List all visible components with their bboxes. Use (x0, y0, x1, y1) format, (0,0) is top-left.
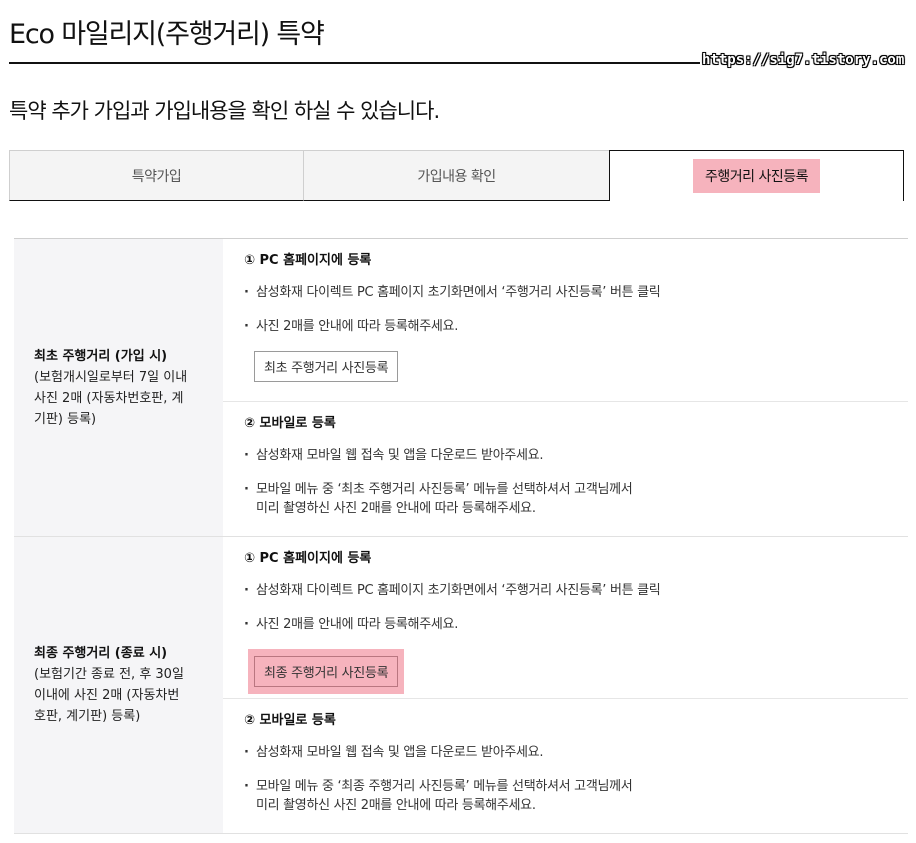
bullet-text: 삼성화재 모바일 웹 접속 및 앱을 다운로드 받아주세요. (244, 446, 908, 465)
section-title: 최초 주행거리 (가입 시) (34, 348, 168, 364)
section-desc-line: 이내에 사진 2매 (자동차번 (34, 688, 180, 703)
section-body: ① PC 홈페이지에 등록 삼성화재 다이렉트 PC 홈페이지 초기화면에서 ‘… (223, 239, 908, 536)
section-desc-line: 호판, 계기판) 등록) (34, 709, 141, 724)
section-final-mileage: 최종 주행거리 (종료 시) (보험기간 종료 전, 후 30일 이내에 사진 … (14, 537, 908, 834)
bullet-line: 미리 촬영하신 사진 2매를 안내에 따라 등록해주세요. (256, 501, 536, 516)
bullet-text: 사진 2매를 안내에 따라 등록해주세요. (244, 615, 908, 634)
mobile-register-block: ② 모바일로 등록 삼성화재 모바일 웹 접속 및 앱을 다운로드 받아주세요.… (223, 699, 908, 833)
highlight-box: 최종 주행거리 사진등록 (248, 649, 405, 694)
section-body: ① PC 홈페이지에 등록 삼성화재 다이렉트 PC 홈페이지 초기화면에서 ‘… (223, 537, 908, 833)
bullet-text: 사진 2매를 안내에 따라 등록해주세요. (244, 317, 908, 336)
tab-bar: 특약가입 가입내용 확인 주행거리 사진등록 (9, 150, 904, 201)
section-desc-line: (보험개시일로부터 7일 이내 (34, 369, 188, 385)
page-title: Eco 마일리지(주행거리) 특약 (9, 19, 325, 50)
tab-special-join[interactable]: 특약가입 (9, 150, 304, 201)
bullet-line: 미리 촬영하신 사진 2매를 안내에 따라 등록해주세요. (256, 798, 536, 813)
section-desc-line: 기판) 등록) (34, 411, 97, 427)
bullet-text: 모바일 메뉴 중 ‘최종 주행거리 사진등록’ 메뉴를 선택하셔서 고객님께서 … (244, 777, 908, 815)
block-title: ① PC 홈페이지에 등록 (244, 253, 372, 268)
mobile-register-block: ② 모바일로 등록 삼성화재 모바일 웹 접속 및 앱을 다운로드 받아주세요.… (223, 402, 908, 536)
bullet-text: 삼성화재 다이렉트 PC 홈페이지 초기화면에서 ‘주행거리 사진등록’ 버튼 … (244, 283, 908, 302)
tab-label: 주행거리 사진등록 (693, 159, 820, 193)
section-header: 최초 주행거리 (가입 시) (보험개시일로부터 7일 이내 사진 2매 (자동… (14, 239, 223, 536)
initial-mileage-register-button[interactable]: 최초 주행거리 사진등록 (254, 351, 399, 382)
bullet-text: 삼성화재 모바일 웹 접속 및 앱을 다운로드 받아주세요. (244, 743, 908, 762)
tab-label: 특약가입 (131, 168, 182, 185)
block-title: ② 모바일로 등록 (244, 416, 336, 431)
bullet-text: 모바일 메뉴 중 ‘최초 주행거리 사진등록’ 메뉴를 선택하셔서 고객님께서 … (244, 480, 908, 518)
block-title: ② 모바일로 등록 (244, 713, 336, 728)
tab-label: 가입내용 확인 (417, 168, 496, 185)
pc-register-block: ① PC 홈페이지에 등록 삼성화재 다이렉트 PC 홈페이지 초기화면에서 ‘… (223, 239, 908, 402)
bullet-text: 삼성화재 다이렉트 PC 홈페이지 초기화면에서 ‘주행거리 사진등록’ 버튼 … (244, 581, 908, 600)
pc-register-block: ① PC 홈페이지에 등록 삼성화재 다이렉트 PC 홈페이지 초기화면에서 ‘… (223, 537, 908, 699)
section-initial-mileage: 최초 주행거리 (가입 시) (보험개시일로부터 7일 이내 사진 2매 (자동… (14, 239, 908, 537)
final-mileage-register-button[interactable]: 최종 주행거리 사진등록 (254, 656, 399, 687)
tab-check-subscription[interactable]: 가입내용 확인 (303, 150, 610, 201)
block-title: ① PC 홈페이지에 등록 (244, 551, 372, 566)
section-header: 최종 주행거리 (종료 시) (보험기간 종료 전, 후 30일 이내에 사진 … (14, 537, 223, 833)
bullet-line: 모바일 메뉴 중 ‘최종 주행거리 사진등록’ 메뉴를 선택하셔서 고객님께서 (256, 779, 633, 794)
bullet-line: 모바일 메뉴 중 ‘최초 주행거리 사진등록’ 메뉴를 선택하셔서 고객님께서 (256, 482, 633, 497)
page-subtitle: 특약 추가 가입과 가입내용을 확인 하실 수 있습니다. (9, 99, 440, 123)
registration-table: 최초 주행거리 (가입 시) (보험개시일로부터 7일 이내 사진 2매 (자동… (14, 238, 908, 834)
tab-photo-register[interactable]: 주행거리 사진등록 (609, 150, 904, 201)
section-desc-line: 사진 2매 (자동차번호판, 계 (34, 390, 184, 406)
section-desc-line: (보험기간 종료 전, 후 30일 (34, 667, 184, 682)
section-title: 최종 주행거리 (종료 시) (34, 646, 168, 661)
watermark: https://sig7.tistory.com (700, 52, 907, 68)
